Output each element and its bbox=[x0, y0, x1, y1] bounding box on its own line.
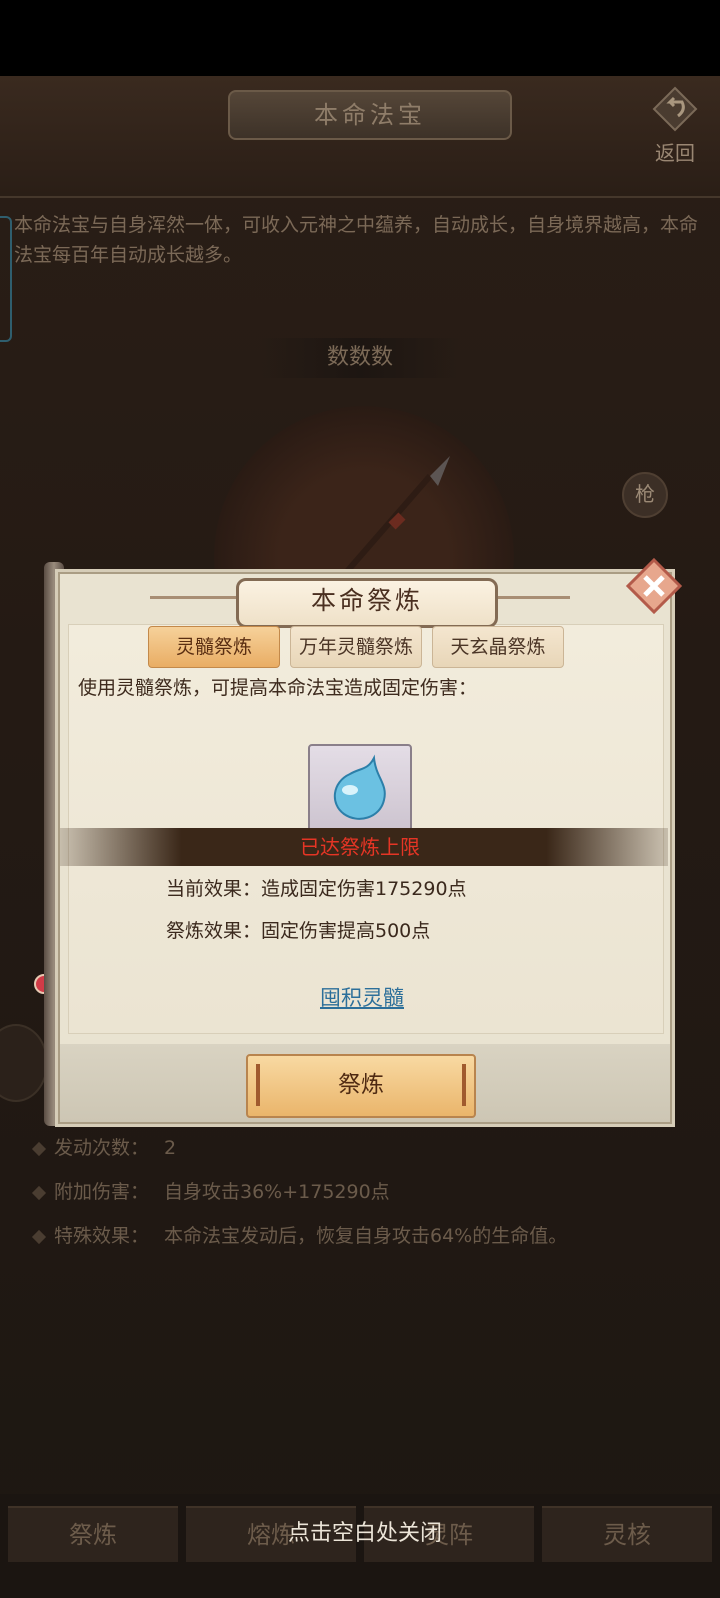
hoard-marrow-link[interactable]: 囤积灵髓 bbox=[292, 982, 432, 1012]
back-button[interactable]: 返回 bbox=[640, 86, 710, 165]
button-edge bbox=[256, 1064, 260, 1106]
refine-effect: 祭炼效果：固定伤害提高500点 bbox=[166, 920, 431, 942]
diamond-icon bbox=[31, 1141, 47, 1157]
close-hint[interactable]: 点击空白处关闭 bbox=[220, 1514, 510, 1554]
divider bbox=[0, 196, 720, 198]
tab-ancient-spirit-marrow[interactable]: 万年灵髓祭炼 bbox=[290, 626, 422, 668]
button-edge bbox=[462, 1064, 466, 1106]
diamond-icon bbox=[31, 1229, 47, 1245]
bottom-tab-refine[interactable]: 祭炼 bbox=[8, 1506, 178, 1562]
weapon-type-badge[interactable]: 枪 bbox=[622, 472, 668, 518]
info-row: 发动次数： 2 bbox=[31, 1126, 714, 1170]
back-arrow-icon bbox=[652, 86, 698, 132]
close-icon[interactable] bbox=[624, 556, 684, 616]
refine-button-label: 祭炼 bbox=[338, 1072, 384, 1098]
treasure-name: 数数数 bbox=[260, 338, 460, 378]
side-tab[interactable] bbox=[0, 216, 12, 342]
bottom-tab-core[interactable]: 灵核 bbox=[542, 1506, 712, 1562]
back-label: 返回 bbox=[655, 141, 695, 165]
current-effect: 当前效果：造成固定伤害175290点 bbox=[166, 878, 467, 900]
page-title: 本命法宝 bbox=[228, 90, 512, 140]
info-row: 附加伤害： 自身攻击36%+175290点 bbox=[31, 1170, 714, 1214]
floating-menu-button[interactable] bbox=[0, 1024, 48, 1102]
title-ornament bbox=[490, 596, 570, 599]
diamond-icon bbox=[31, 1185, 47, 1201]
limit-text: 已达祭炼上限 bbox=[300, 835, 420, 859]
refine-instruction: 使用灵髓祭炼，可提高本命法宝造成固定伤害： bbox=[78, 677, 478, 699]
info-list: 发动次数： 2 附加伤害： 自身攻击36%+175290点 特殊效果： 本命法宝发动后… bbox=[31, 1126, 714, 1258]
info-row: 特殊效果： 本命法宝发动后，恢复自身攻击64%的生命值。 bbox=[31, 1214, 714, 1258]
treasure-description: 本命法宝与自身浑然一体，可收入元神之中蕴养，自动成长，自身境界越高，本命法宝每百… bbox=[14, 214, 699, 266]
dialog-title: 本命祭炼 bbox=[236, 578, 498, 628]
spirit-marrow-icon bbox=[334, 754, 386, 820]
tab-heaven-crystal[interactable]: 天玄晶祭炼 bbox=[432, 626, 564, 668]
tab-spirit-marrow[interactable]: 灵髓祭炼 bbox=[148, 626, 280, 668]
title-ornament bbox=[150, 596, 240, 599]
refine-button[interactable]: 祭炼 bbox=[246, 1054, 476, 1118]
